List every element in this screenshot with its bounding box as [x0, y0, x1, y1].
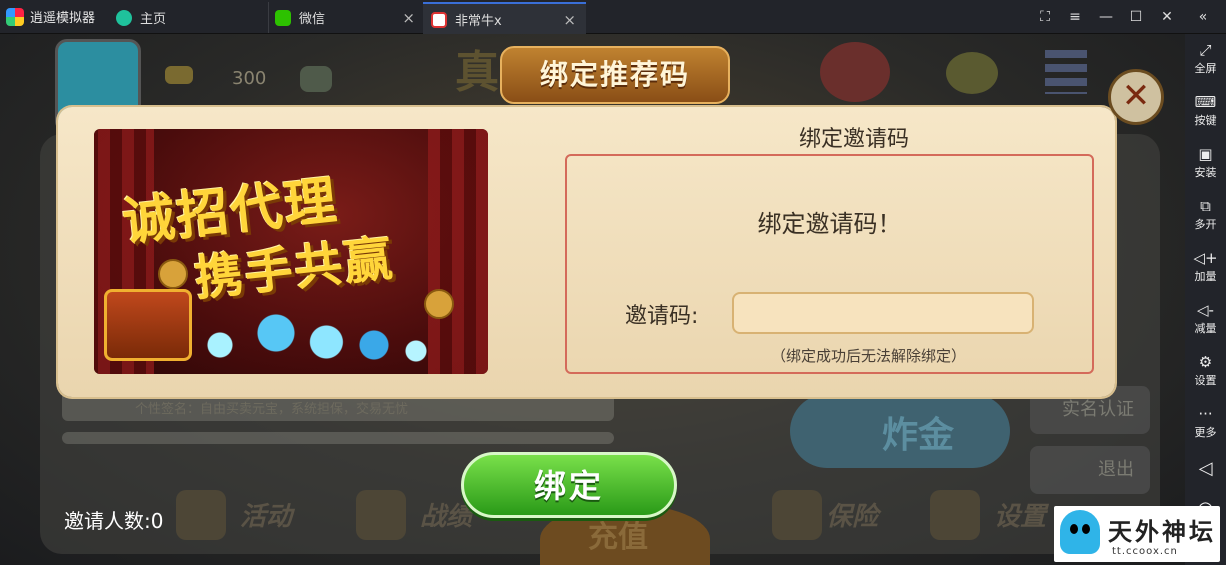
tab-home[interactable]: 主页	[112, 2, 266, 33]
gear-icon: ⚙	[1198, 353, 1213, 371]
game-app-icon	[431, 11, 447, 28]
maximize-icon[interactable]: ☐	[1121, 0, 1151, 33]
home-icon	[116, 9, 132, 26]
more-icon: ···	[1198, 405, 1213, 423]
collapse-sidebar-icon[interactable]: «	[1188, 0, 1218, 33]
realname-label: 实名认证	[1062, 399, 1134, 420]
modal-title: 绑定推荐码	[500, 46, 730, 104]
sidebar-volume-up[interactable]: ◁+ 加量	[1185, 248, 1226, 284]
app-title-label: 逍遥模拟器	[30, 11, 96, 26]
trophy-icon	[356, 490, 406, 540]
logout-button: 退出	[1030, 446, 1150, 494]
sidebar-settings[interactable]: ⚙ 设置	[1185, 352, 1226, 388]
zhajin-button: 炸金	[790, 394, 1010, 468]
nav-activity: 活动	[240, 502, 293, 532]
nav-record: 战绩	[420, 502, 473, 532]
sidebar-volume-down-label: 减量	[1194, 322, 1217, 335]
sidebar-volume-down[interactable]: ◁- 减量	[1185, 300, 1226, 336]
coin-icon	[158, 259, 188, 289]
menu-icon[interactable]: ≡	[1060, 0, 1090, 33]
signature-text: 个性签名：自由买卖元宝，系统担保，交易无忧	[135, 402, 409, 417]
sidebar-multi-instance-label: 多开	[1194, 218, 1217, 231]
invite-code-label: 邀请码:	[625, 304, 699, 329]
sidebar-volume-up-label: 加量	[1194, 270, 1217, 283]
screenshot-icon[interactable]: ⛶	[1030, 0, 1060, 33]
invite-form: 绑定邀请码！ 邀请码: （绑定成功后无法解除绑定）	[565, 154, 1094, 374]
octopus-logo-icon	[1060, 510, 1100, 554]
coin-balance: 300	[232, 68, 267, 89]
keyboard-icon: ⌨	[1194, 93, 1217, 111]
watermark-text: 天外神坛	[1108, 517, 1216, 546]
watermark-logo: 天外神坛 tt.ccoox.cn	[1054, 506, 1220, 562]
zhajin-label: 炸金	[882, 415, 955, 456]
nav-recharge: 充值	[588, 520, 648, 555]
tab-game[interactable]: 非常牛x ×	[423, 2, 586, 35]
tab-wechat[interactable]: 微信 ×	[268, 2, 425, 33]
modal-close-button[interactable]: ✕	[1108, 69, 1164, 125]
settings-gear-icon	[930, 490, 980, 540]
agent-banner: 诚招代理 携手共赢	[94, 129, 488, 374]
invite-heading: 绑定邀请码	[798, 127, 909, 152]
emulator-sidebar: ⤢ 全屏 ⌨ 按键 ▣ 安装 ⧉ 多开 ◁+ 加量 ◁- 减量 ⚙ 设置 ···…	[1185, 34, 1226, 565]
bind-invite-dialog: 诚招代理 携手共赢 绑定邀请码 绑定邀请码！ 邀请码: （绑定成功后无法解除绑定…	[58, 107, 1115, 397]
sidebar-fullscreen[interactable]: ⤢ 全屏	[1185, 40, 1226, 76]
sidebar-multi-instance[interactable]: ⧉ 多开	[1185, 196, 1226, 232]
multi-instance-icon: ⧉	[1200, 197, 1211, 215]
gift-icon	[176, 490, 226, 540]
tab-wechat-close-icon[interactable]: ×	[402, 9, 415, 27]
invite-count: 邀请人数:0	[64, 509, 164, 533]
invite-note: （绑定成功后无法解除绑定）	[771, 347, 967, 365]
fortune-god-icon	[820, 42, 890, 102]
apk-icon: ▣	[1198, 145, 1213, 163]
minimize-icon[interactable]: —	[1091, 0, 1121, 33]
sidebar-keyboard-label: 按键	[1194, 114, 1217, 127]
gold-ingot-icon	[165, 66, 193, 84]
info-row	[62, 432, 614, 444]
invite-code-input[interactable]	[732, 292, 1034, 334]
nav-insurance: 保险	[826, 502, 879, 532]
nav-settings: 设置	[994, 502, 1047, 532]
safe-icon	[772, 490, 822, 540]
sidebar-keyboard[interactable]: ⌨ 按键	[1185, 92, 1226, 128]
watermark-url: tt.ccoox.cn	[1112, 546, 1178, 557]
back-icon[interactable]: ◁	[1185, 458, 1226, 479]
list-icon	[1045, 50, 1087, 94]
tab-game-close-icon[interactable]: ×	[563, 11, 576, 29]
chat-bubble-icon	[946, 52, 998, 94]
add-coins-icon	[300, 66, 332, 92]
wechat-icon	[275, 9, 291, 26]
sidebar-install[interactable]: ▣ 安装	[1185, 144, 1226, 180]
sidebar-fullscreen-label: 全屏	[1194, 62, 1217, 75]
tab-home-label: 主页	[140, 12, 167, 27]
tab-wechat-label: 微信	[299, 12, 326, 27]
app-title: 逍遥模拟器	[6, 0, 95, 33]
volume-up-icon: ◁+	[1193, 249, 1218, 267]
sidebar-settings-label: 设置	[1194, 374, 1217, 387]
logout-label: 退出	[1098, 459, 1134, 480]
sidebar-more-label: 更多	[1194, 426, 1217, 439]
fullscreen-icon: ⤢	[1199, 41, 1212, 59]
close-window-icon[interactable]: ✕	[1152, 0, 1182, 33]
game-screen: 真人 牛牛 300 个性签名：自由买卖元宝，系统担保，交易无忧 炸金 实名认证 …	[0, 34, 1185, 565]
bind-button[interactable]: 绑定	[461, 452, 677, 518]
tab-game-label: 非常牛x	[455, 14, 502, 29]
diamonds-icon	[164, 309, 444, 369]
sidebar-install-label: 安装	[1194, 166, 1217, 179]
emulator-logo-icon	[6, 7, 24, 26]
invite-message: 绑定邀请码！	[757, 210, 902, 238]
sidebar-more[interactable]: ··· 更多	[1185, 404, 1226, 440]
emulator-titlebar: 逍遥模拟器 主页 微信 × 非常牛x × ⛶ ≡ — ☐ ✕ «	[0, 0, 1226, 35]
volume-down-icon: ◁-	[1197, 301, 1214, 319]
